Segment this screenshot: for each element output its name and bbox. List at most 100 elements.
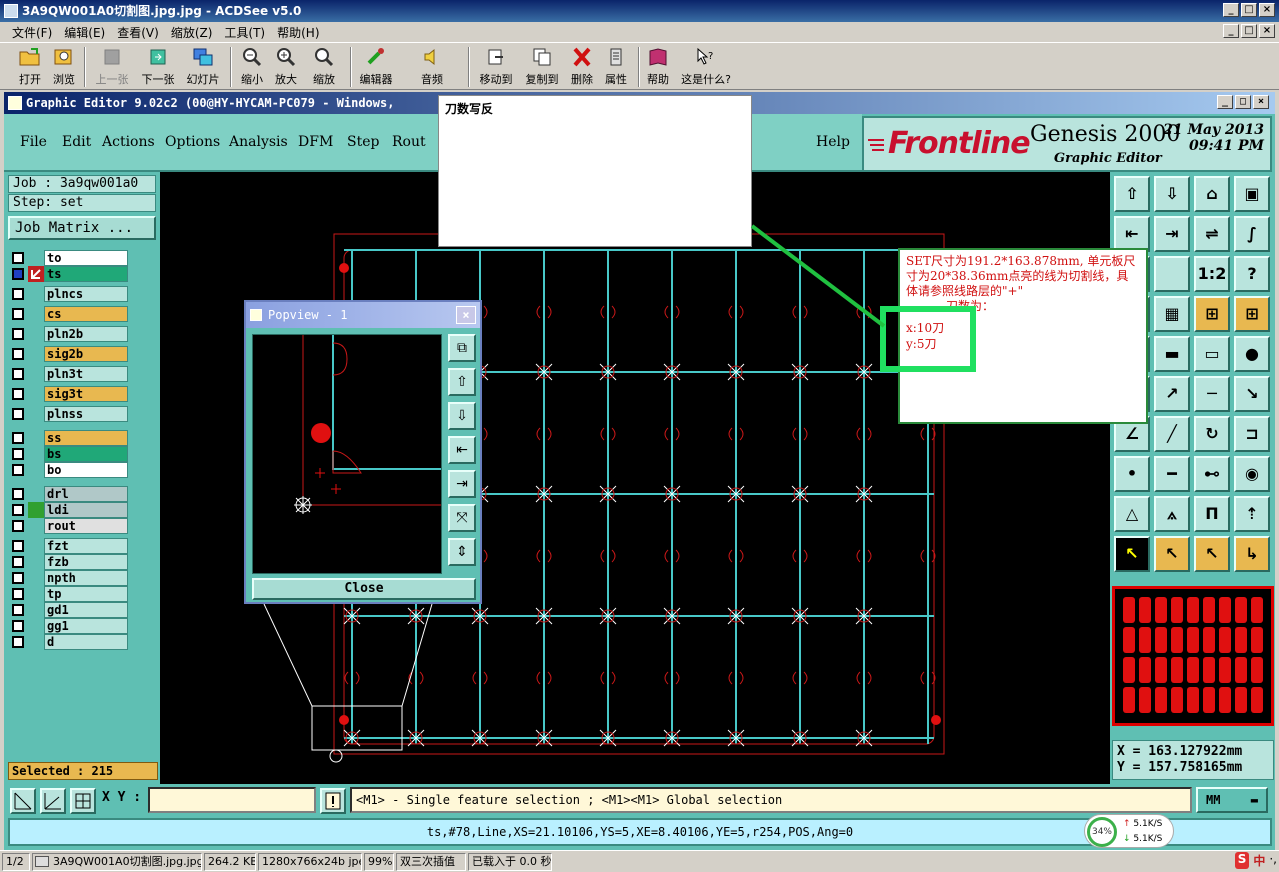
layer-row[interactable]: rout [10, 518, 130, 534]
layer-row[interactable]: ts [10, 266, 130, 282]
layer-row[interactable]: ldi [10, 502, 130, 518]
layer-row[interactable]: plnss [10, 406, 130, 422]
layer-row[interactable]: pln3t [10, 366, 130, 382]
zoom-in-button[interactable]: 放大 [270, 45, 302, 89]
job-matrix-button[interactable]: Job Matrix ... [8, 216, 156, 240]
home-tool-button[interactable]: ⌂ [1194, 176, 1230, 212]
menu-file[interactable]: 文件(F) [6, 22, 58, 42]
layer-row[interactable]: drl [10, 486, 130, 502]
prev-image-button[interactable]: 上一张 [92, 45, 132, 89]
genesis-menu-actions[interactable]: Actions [102, 134, 155, 150]
layer-checkbox[interactable] [12, 488, 24, 500]
layer-row[interactable]: gg1 [10, 618, 130, 634]
arch-tool-button[interactable]: Π [1194, 496, 1230, 532]
audio-button[interactable]: 音频 [412, 45, 452, 89]
move-out-tool-button[interactable]: ⇥ [1154, 216, 1190, 252]
menu-edit[interactable]: 编辑(E) [58, 22, 111, 42]
browse-button[interactable]: 浏览 [48, 45, 80, 89]
close-button[interactable]: × [1259, 3, 1275, 17]
popview-copy-tool-button[interactable]: ⧉ [448, 334, 476, 362]
popview-dialog[interactable]: Popview - 1 × Close ⧉ ⇧ ⇩ ⇤ ⇥ ⤧ ⇕ [244, 300, 482, 604]
layer-checkbox[interactable] [12, 432, 24, 444]
layer-checkbox[interactable] [12, 572, 24, 584]
popview-left-tool-button[interactable]: ⇤ [448, 436, 476, 464]
pointer-path-tool-button[interactable]: ↳ [1234, 536, 1270, 572]
layer-row[interactable]: sig3t [10, 386, 130, 402]
next-image-button[interactable]: 下一张 [138, 45, 178, 89]
menu-help[interactable]: 帮助(H) [271, 22, 325, 42]
alert-button[interactable] [320, 788, 346, 814]
layer-down-tool-button[interactable]: ⇩ [1154, 176, 1190, 212]
ime-chinese-mode[interactable]: 中 [1253, 852, 1265, 869]
layer-row[interactable]: bs [10, 446, 130, 462]
genesis-minimize-button[interactable]: _ [1217, 95, 1233, 109]
layer-checkbox[interactable] [12, 268, 24, 280]
layer-checkbox[interactable] [12, 308, 24, 320]
layer-row[interactable]: to [10, 250, 130, 266]
layer-checkbox[interactable] [12, 604, 24, 616]
genesis-menu-dfm[interactable]: DFM [298, 134, 333, 150]
midpoint-tool-button[interactable]: ⊷ [1194, 456, 1230, 492]
genesis-menu-help[interactable]: Help [816, 134, 850, 150]
pointer-rotate-tool-button[interactable]: ↖ [1194, 536, 1230, 572]
ime-punctuation-mode[interactable]: ·, [1269, 852, 1277, 869]
doc-restore-button[interactable]: □ [1241, 24, 1257, 38]
triangle-tool-button[interactable]: △ [1114, 496, 1150, 532]
popview-close-button[interactable]: Close [252, 578, 476, 600]
genesis-menu-step[interactable]: Step [347, 134, 379, 150]
layer-checkbox[interactable] [12, 504, 24, 516]
units-selector[interactable]: MM ▬ [1196, 787, 1268, 813]
popview-title-bar[interactable]: Popview - 1 × [246, 302, 480, 328]
layer-checkbox[interactable] [12, 464, 24, 476]
popview-fit-tool-button[interactable]: ⤧ [448, 504, 476, 532]
flip-tool-button[interactable]: ⊐ [1234, 416, 1270, 452]
layer-row[interactable]: ss [10, 430, 130, 446]
copy-to-button[interactable]: 复制到 [520, 45, 564, 89]
layer-checkbox[interactable] [12, 288, 24, 300]
open-button[interactable]: 打开 [12, 45, 48, 89]
center-tool-button[interactable] [1154, 256, 1190, 292]
grid-button[interactable] [70, 788, 96, 814]
layer-row[interactable]: cs [10, 306, 130, 322]
genesis-menu-file[interactable]: File [20, 134, 47, 150]
delete-button[interactable]: 删除 [566, 45, 598, 89]
swap-tool-button[interactable]: ⇌ [1194, 216, 1230, 252]
genesis-close-button[interactable]: × [1253, 95, 1269, 109]
frame-tool-button[interactable]: ▣ [1234, 176, 1270, 212]
genesis-menu-edit[interactable]: Edit [62, 134, 91, 150]
layer-row[interactable]: fzt [10, 538, 130, 554]
layer-checkbox[interactable] [12, 368, 24, 380]
popview-down-tool-button[interactable]: ⇩ [448, 402, 476, 430]
dot-arrow-tool-button[interactable]: ↘ [1234, 376, 1270, 412]
layer-checkbox[interactable] [12, 556, 24, 568]
layer-row[interactable]: fzb [10, 554, 130, 570]
pointer-select-tool-button[interactable]: ↖ [1154, 536, 1190, 572]
net-tool-b-button[interactable]: ⊞ [1234, 296, 1270, 332]
genesis-menu-options[interactable]: Options [165, 134, 220, 150]
layer-checkbox[interactable] [12, 636, 24, 648]
slash-tool-button[interactable]: ╱ [1154, 416, 1190, 452]
doc-minimize-button[interactable]: _ [1223, 24, 1239, 38]
menu-zoom[interactable]: 缩放(Z) [165, 22, 219, 42]
move-to-button[interactable]: 移动到 [474, 45, 518, 89]
layer-up-tool-button[interactable]: ⇧ [1114, 176, 1150, 212]
rotate-tool-button[interactable]: ↻ [1194, 416, 1230, 452]
layer-checkbox[interactable] [12, 408, 24, 420]
help-button[interactable]: 帮助 [642, 45, 674, 89]
ruler-tool-button[interactable]: ▭ [1194, 336, 1230, 372]
zoom-button[interactable]: 缩放 [304, 45, 344, 89]
layer-row[interactable]: gd1 [10, 602, 130, 618]
layer-checkbox[interactable] [12, 388, 24, 400]
genesis-menu-rout[interactable]: Rout [392, 134, 426, 150]
move-in-tool-button[interactable]: ⇤ [1114, 216, 1150, 252]
properties-button[interactable]: 属性 [600, 45, 632, 89]
layer-checkbox[interactable] [12, 540, 24, 552]
genesis-menu-analysis[interactable]: Analysis [229, 134, 288, 150]
grid-view-tool-button[interactable]: ▦ [1154, 296, 1190, 332]
a-frame-tool-button[interactable]: ⟑ [1154, 496, 1190, 532]
xy-input[interactable] [148, 787, 316, 813]
menu-tools[interactable]: 工具(T) [218, 22, 271, 42]
scale-1-2-tool-button[interactable]: 1:2 [1194, 256, 1230, 292]
arch-arrow-tool-button[interactable]: ⇡ [1234, 496, 1270, 532]
layer-row[interactable]: tp [10, 586, 130, 602]
